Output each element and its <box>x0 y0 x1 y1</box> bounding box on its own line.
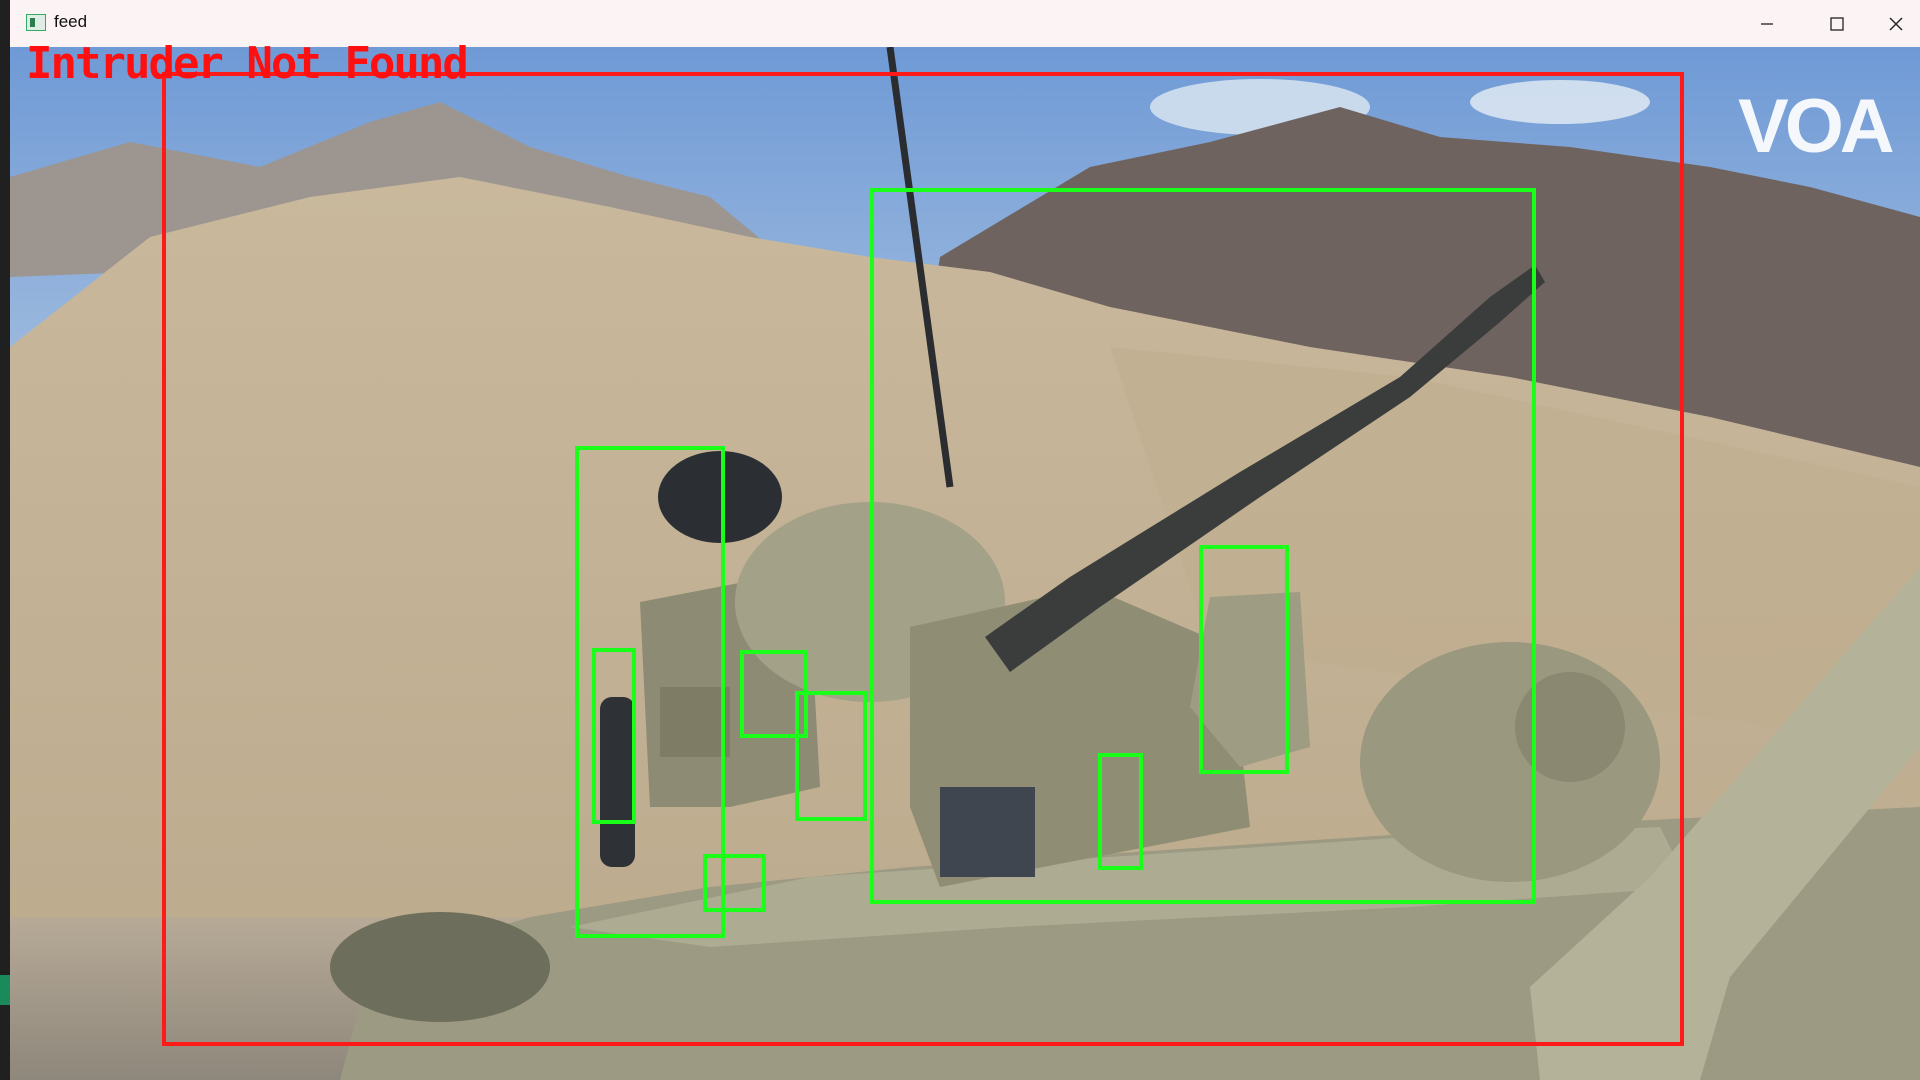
maximize-icon <box>1830 16 1844 31</box>
app-window-icon <box>26 14 46 31</box>
voa-watermark: VOA <box>1738 84 1893 169</box>
feed-window: feed VOA Intruder Not Found <box>10 0 1920 1080</box>
maximize-button[interactable] <box>1802 0 1872 47</box>
background-app-edge <box>0 0 10 1080</box>
window-title: feed <box>54 12 88 31</box>
feed-frame: VOA <box>10 47 1920 1080</box>
minimize-button[interactable] <box>1732 0 1802 47</box>
hatch-detail <box>1515 672 1625 782</box>
close-button[interactable] <box>1872 0 1920 47</box>
cloud <box>1470 80 1650 124</box>
mount-window <box>940 787 1035 877</box>
soldier-lower <box>330 912 550 1022</box>
detection-status-text: Intruder Not Found <box>26 38 469 89</box>
soldier-helmet <box>658 451 782 543</box>
turret-vents <box>660 687 730 757</box>
video-feed: VOA <box>10 47 1920 1080</box>
close-icon <box>1889 17 1903 30</box>
soldier-arm <box>600 697 635 867</box>
turret-hatch <box>1360 642 1660 882</box>
minimize-icon <box>1761 22 1773 25</box>
